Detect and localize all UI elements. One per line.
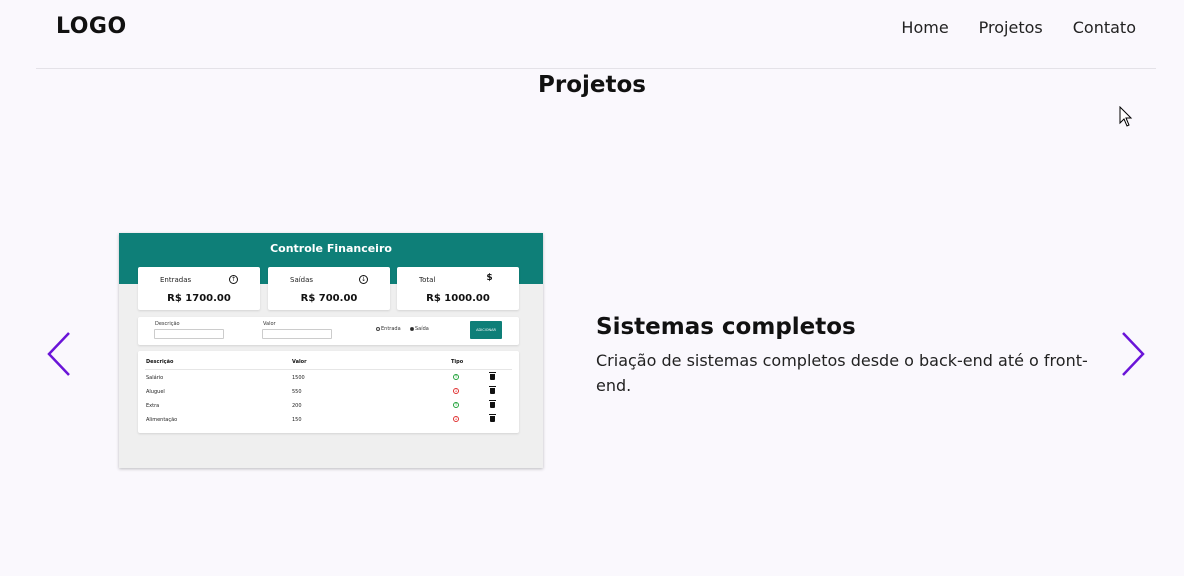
preview-form: Descrição Valor Entrada Saída ADICIONAR <box>138 317 519 345</box>
card-label: Saídas <box>290 276 314 284</box>
table-row: Salário 1500 ↑ <box>138 372 519 384</box>
preview-card-entradas: Entradas ↑ R$ 1700.00 <box>138 267 260 310</box>
dollar-icon: $ <box>486 273 493 283</box>
card-value: R$ 1000.00 <box>426 293 490 304</box>
radio-checked-icon <box>410 326 414 331</box>
form-value-input <box>262 329 332 339</box>
project-description: Criação de sistemas completos desde o ba… <box>596 351 1088 395</box>
top-nav: Home Projetos Contato <box>901 18 1136 37</box>
project-preview-image: Controle Financeiro Entradas ↑ R$ 1700.0… <box>119 233 543 468</box>
chevron-left-icon[interactable] <box>45 330 73 378</box>
income-arrow-icon: ↑ <box>453 402 459 408</box>
form-radio-entrada: Entrada <box>376 326 401 332</box>
radio-label: Entrada <box>381 326 401 332</box>
form-description-label: Descrição <box>155 321 180 327</box>
radio-icon <box>376 326 380 331</box>
card-label: Total <box>419 276 436 284</box>
nav-home-link[interactable]: Home <box>901 18 948 37</box>
card-label: Entradas <box>160 276 192 284</box>
trash-icon <box>489 386 496 394</box>
nav-contato-link[interactable]: Contato <box>1073 18 1136 37</box>
table-row: Aluguel 550 ↓ <box>138 386 519 398</box>
income-arrow-icon: ↑ <box>453 374 459 380</box>
row-description: Alimentação <box>146 417 178 423</box>
preview-app-title: Controle Financeiro <box>270 242 392 255</box>
trash-icon <box>489 414 496 422</box>
trash-icon <box>489 400 496 408</box>
radio-label: Saída <box>415 326 429 332</box>
table-header-descricao: Descrição <box>146 359 174 365</box>
table-row: Extra 200 ↑ <box>138 400 519 412</box>
form-add-button: ADICIONAR <box>470 321 502 339</box>
table-header-tipo: Tipo <box>451 359 464 365</box>
row-description: Salário <box>146 375 164 381</box>
preview-card-saidas: Saídas ↓ R$ 700.00 <box>268 267 390 310</box>
table-header-divider <box>145 369 512 370</box>
logo[interactable]: LOGO <box>56 14 127 39</box>
row-description: Aluguel <box>146 389 165 395</box>
expense-arrow-icon: ↓ <box>453 416 459 422</box>
mouse-cursor-icon <box>1119 106 1133 127</box>
section-title: Projetos <box>538 72 646 98</box>
row-description: Extra <box>146 403 160 409</box>
arrow-up-circle-icon: ↑ <box>229 275 238 284</box>
row-value: 200 <box>292 403 302 409</box>
row-value: 550 <box>292 389 302 395</box>
portfolio-page: LOGO Home Projetos Contato Projetos Cont… <box>0 0 1184 576</box>
table-header-valor: Valor <box>292 359 307 365</box>
row-value: 150 <box>292 417 302 423</box>
header-divider <box>36 68 1156 69</box>
expense-arrow-icon: ↓ <box>453 388 459 394</box>
card-value: R$ 1700.00 <box>167 293 231 304</box>
form-radio-saida: Saída <box>410 326 429 332</box>
form-description-input <box>154 329 224 339</box>
chevron-right-icon[interactable] <box>1119 330 1147 378</box>
table-row: Alimentação 150 ↓ <box>138 414 519 426</box>
card-value: R$ 700.00 <box>300 293 358 304</box>
preview-table: Descrição Valor Tipo Salário 1500 ↑ Alug… <box>138 351 519 433</box>
trash-icon <box>489 372 496 380</box>
form-value-label: Valor <box>263 321 276 327</box>
arrow-down-circle-icon: ↓ <box>359 275 368 284</box>
preview-card-total: Total $ R$ 1000.00 <box>397 267 519 310</box>
project-title: Sistemas completos <box>596 314 856 340</box>
row-value: 1500 <box>292 375 305 381</box>
nav-projetos-link[interactable]: Projetos <box>979 18 1043 37</box>
